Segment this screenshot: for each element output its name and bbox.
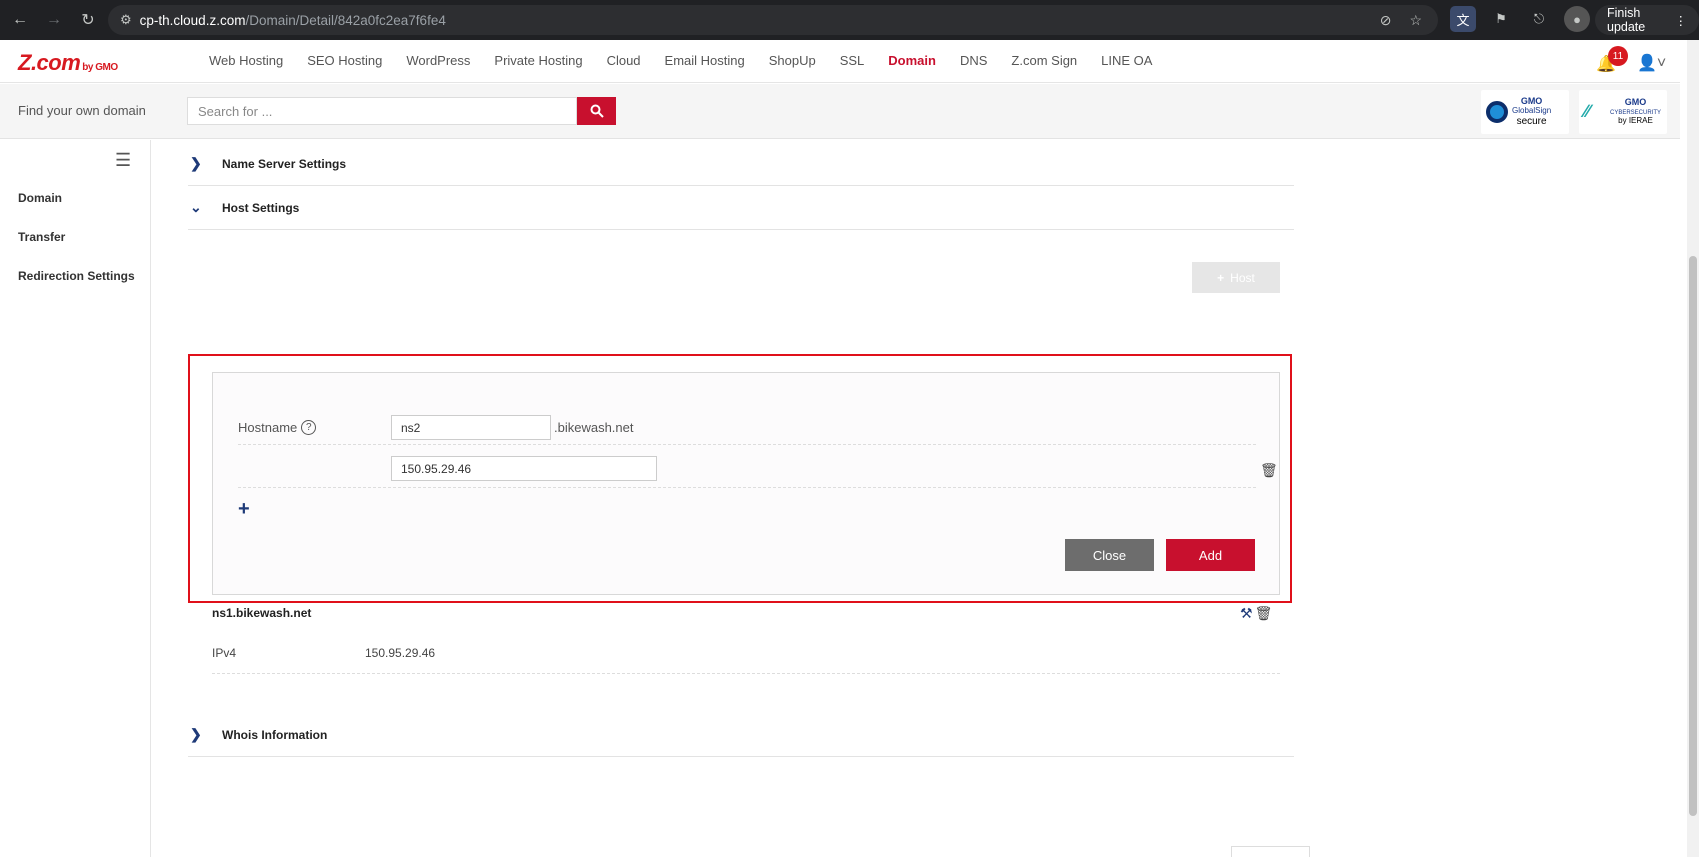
reload-icon[interactable]: ↻ bbox=[74, 6, 102, 34]
plus-icon: + bbox=[1217, 270, 1225, 285]
address-bar-actions: ⊘ ☆ bbox=[1380, 12, 1422, 29]
browser-toolbar: ← → ↻ ⚙ cp-th.cloud.z.com/Domain/Detail/… bbox=[0, 0, 1699, 40]
section-title: Name Server Settings bbox=[222, 156, 347, 171]
close-button[interactable]: Close bbox=[1065, 539, 1154, 571]
nav-item-ssl[interactable]: SSL bbox=[840, 53, 865, 68]
seal2-line1: GMO bbox=[1624, 97, 1647, 108]
host-entry-ip-value: 150.95.29.46 bbox=[365, 646, 436, 660]
search-button[interactable] bbox=[577, 97, 616, 125]
hostname-label-text: Hostname bbox=[238, 420, 298, 435]
globalsign-eye-icon bbox=[1486, 101, 1508, 123]
extension-badge-icon[interactable]: ⚑ bbox=[1488, 6, 1514, 32]
eye-off-icon[interactable]: ⊘ bbox=[1380, 12, 1392, 29]
find-domain-label: Find your own domain bbox=[18, 103, 146, 118]
seal1-line2: GlobalSign bbox=[1512, 106, 1552, 116]
nav-item-web-hosting[interactable]: Web Hosting bbox=[209, 53, 283, 68]
hostname-input[interactable]: ns2 bbox=[391, 415, 551, 440]
nav-menu: Web Hosting SEO Hosting WordPress Privat… bbox=[209, 53, 1176, 68]
host-entry-ip-type: IPv4 bbox=[212, 646, 237, 660]
page-scrollbar[interactable] bbox=[1687, 40, 1699, 857]
section-title: Host Settings bbox=[222, 200, 300, 215]
url-path: /Domain/Detail/842a0fc2ea7f6fe4 bbox=[245, 12, 446, 28]
hamburger-menu-icon[interactable]: ☰ bbox=[115, 150, 131, 171]
ierae-logo-icon: ∕∕ bbox=[1584, 101, 1591, 121]
trash-icon[interactable]: 🗑 bbox=[1260, 462, 1278, 479]
host-entry-name: ns1.bikewash.net bbox=[212, 606, 312, 620]
seal1-line3: secure bbox=[1516, 115, 1547, 127]
translate-icon[interactable]: 文 bbox=[1450, 6, 1476, 32]
add-host-label: Host bbox=[1230, 270, 1255, 285]
sidebar: ☰ Domain Transfer Redirection Settings bbox=[0, 140, 151, 857]
nav-item-domain[interactable]: Domain bbox=[888, 53, 936, 68]
divider bbox=[212, 673, 1280, 674]
sidebar-item-transfer[interactable]: Transfer bbox=[18, 230, 65, 244]
logo-text: Z.com bbox=[18, 50, 81, 75]
nav-item-email-hosting[interactable]: Email Hosting bbox=[665, 53, 745, 68]
nav-item-private-hosting[interactable]: Private Hosting bbox=[494, 53, 582, 68]
back-icon[interactable]: ← bbox=[6, 6, 34, 34]
seal2-line3: by IERAE bbox=[1618, 115, 1653, 125]
section-title: Whois Information bbox=[222, 727, 328, 742]
add-button[interactable]: Add bbox=[1166, 539, 1255, 571]
nav-item-zcom-sign[interactable]: Z.com Sign bbox=[1011, 53, 1077, 68]
trash-icon[interactable]: 🗑 bbox=[1255, 605, 1273, 621]
chevron-right-icon: ❯ bbox=[190, 155, 202, 171]
nav-item-cloud[interactable]: Cloud bbox=[607, 53, 641, 68]
user-account-icon[interactable]: 👤˅ bbox=[1637, 53, 1666, 73]
notification-count-badge: 11 bbox=[1608, 46, 1628, 66]
hostname-label: Hostname? bbox=[238, 420, 317, 435]
nav-item-shopup[interactable]: ShopUp bbox=[769, 53, 816, 68]
ip-address-input[interactable]: 150.95.29.46 bbox=[391, 456, 657, 481]
sidebar-item-domain[interactable]: Domain bbox=[18, 191, 62, 205]
help-icon[interactable]: ? bbox=[301, 420, 317, 435]
host-entry-actions: ⚒ 🗑 bbox=[1240, 605, 1272, 622]
add-host-button[interactable]: + Host bbox=[1192, 262, 1280, 293]
puzzle-icon[interactable]: ⎋ bbox=[1526, 6, 1552, 32]
top-navigation: Z.com by GMO Web Hosting SEO Hosting Word… bbox=[0, 40, 1680, 83]
profile-avatar-icon[interactable]: ● bbox=[1564, 6, 1590, 32]
finish-update-button[interactable]: Finish update ⋮ bbox=[1595, 5, 1699, 35]
search-icon bbox=[590, 104, 604, 118]
address-bar[interactable]: ⚙ cp-th.cloud.z.com/Domain/Detail/842a0f… bbox=[108, 5, 1438, 35]
name-server-settings-section[interactable]: ❯ Name Server Settings bbox=[188, 142, 1294, 186]
more-vert-icon[interactable]: ⋮ bbox=[1675, 13, 1688, 28]
seal1-line1: GMO bbox=[1520, 96, 1543, 107]
logo-suffix: by GMO bbox=[82, 62, 118, 73]
whois-information-section[interactable]: ❯ Whois Information bbox=[188, 713, 1294, 757]
url-host: cp-th.cloud.z.com bbox=[139, 12, 246, 28]
domain-suffix: .bikewash.net bbox=[554, 420, 634, 435]
ip-row: 150.95.29.46 🗑 bbox=[238, 456, 1278, 488]
add-host-form: Hostname? ns2 .bikewash.net 150.95.29.46… bbox=[212, 372, 1280, 595]
nav-item-wordpress[interactable]: WordPress bbox=[406, 53, 470, 68]
domain-search-input[interactable]: Search for ... bbox=[187, 97, 577, 125]
extensions: 文 ⚑ ⎋ ● bbox=[1450, 6, 1590, 32]
sidebar-item-redirection[interactable]: Redirection Settings bbox=[18, 269, 135, 283]
add-ip-plus-icon[interactable]: + bbox=[238, 498, 250, 521]
forward-icon[interactable]: → bbox=[40, 6, 68, 34]
domain-search-bar: Find your own domain Search for ... GMO G… bbox=[0, 84, 1680, 139]
nav-item-seo-hosting[interactable]: SEO Hosting bbox=[307, 53, 382, 68]
globalsign-seal[interactable]: GMO GlobalSign secure bbox=[1481, 90, 1569, 134]
nav-item-line-oa[interactable]: LINE OA bbox=[1101, 53, 1152, 68]
cybersecurity-seal[interactable]: ∕∕ GMO CYBERSECURITY by IERAE bbox=[1579, 90, 1667, 134]
nav-item-dns[interactable]: DNS bbox=[960, 53, 987, 68]
edit-tools-icon[interactable]: ⚒ bbox=[1240, 605, 1253, 621]
host-settings-section[interactable]: ⌄ Host Settings bbox=[188, 186, 1294, 230]
chevron-down-icon: ⌄ bbox=[190, 199, 202, 215]
finish-update-label: Finish update bbox=[1607, 6, 1646, 34]
site-info-icon[interactable]: ⚙ bbox=[120, 12, 132, 28]
scrollbar-thumb[interactable] bbox=[1689, 256, 1697, 816]
hostname-row: Hostname? ns2 .bikewash.net bbox=[238, 415, 1256, 445]
footer-box bbox=[1231, 846, 1310, 857]
chevron-right-icon: ❯ bbox=[190, 726, 202, 742]
zcom-logo[interactable]: Z.com by GMO bbox=[18, 50, 118, 76]
bookmark-star-icon[interactable]: ☆ bbox=[1409, 12, 1422, 29]
